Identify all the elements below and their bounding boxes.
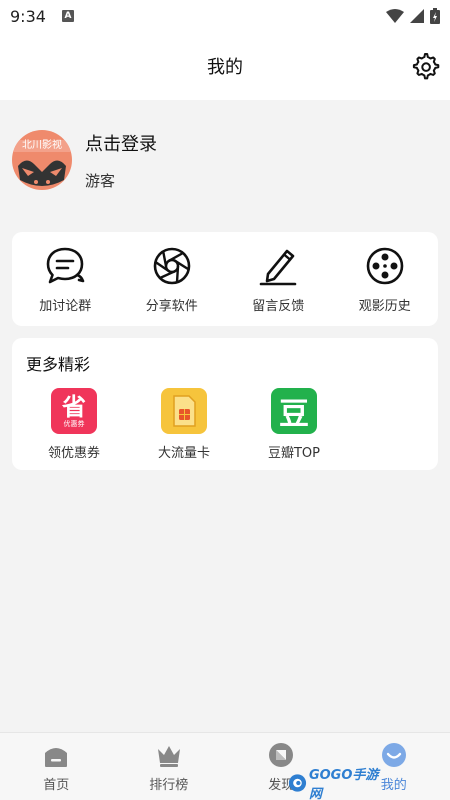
douban-icon: 豆	[271, 388, 317, 434]
nav-label: 排行榜	[149, 778, 189, 793]
crown-icon	[157, 746, 180, 767]
coupon-icon: 省 优惠券	[51, 388, 97, 434]
nav-item-rank[interactable]: 排行榜	[113, 733, 226, 800]
nav-label: 发现	[268, 778, 295, 793]
notification-icon: A	[61, 10, 74, 22]
more-item-label: 领优惠券	[47, 446, 100, 461]
avatar[interactable]: 北川影视	[12, 130, 72, 190]
tool-label: 加讨论群	[39, 298, 92, 314]
status-time: 9:34	[10, 6, 46, 26]
more-item-label: 大流量卡	[157, 446, 210, 461]
film-reel-icon	[366, 247, 404, 284]
gear-icon[interactable]	[410, 51, 440, 81]
more-item-coupon[interactable]: 省 优惠券 领优惠券	[24, 388, 124, 461]
wifi-icon	[386, 9, 404, 23]
status-icons	[386, 8, 440, 24]
nav-label: 我的	[380, 778, 407, 793]
aperture-icon	[153, 247, 191, 284]
more-item-data-card[interactable]: 大流量卡	[134, 388, 234, 461]
battery-icon	[430, 8, 440, 24]
more-item-douban[interactable]: 豆 豆瓣TOP	[244, 388, 344, 461]
pencil-icon	[259, 249, 297, 285]
nav-item-home[interactable]: 首页	[0, 733, 113, 800]
page-header: 我的	[0, 32, 450, 100]
bottom-nav: 首页 排行榜 发现 我的	[0, 732, 450, 800]
login-link[interactable]: 点击登录	[85, 130, 157, 156]
coupon-icon-subtext: 优惠券	[63, 419, 85, 428]
coupon-icon-glyph: 省	[62, 392, 86, 421]
guest-label: 游客	[85, 171, 116, 190]
nav-label: 首页	[43, 778, 70, 793]
tool-label: 留言反馈	[252, 298, 305, 314]
signal-icon	[410, 9, 424, 23]
chat-bubble-icon	[46, 247, 85, 283]
home-icon	[45, 748, 68, 767]
nav-item-mine[interactable]: 我的	[338, 733, 450, 800]
status-bar: 9:34 A	[0, 0, 450, 32]
tool-join-group[interactable]: 加讨论群	[15, 245, 115, 314]
more-item-label: 豆瓣TOP	[267, 446, 320, 461]
tool-share-app[interactable]: 分享软件	[122, 245, 222, 314]
avatar-image: 北川影视	[12, 130, 72, 190]
more-card: 更多精彩 省 优惠券 领优惠券 大流量卡 豆 豆瓣TOP	[12, 338, 438, 470]
section-title: 更多精彩	[26, 355, 91, 374]
nav-item-discover[interactable]: 发现	[225, 733, 338, 800]
sim-card-icon	[161, 388, 207, 434]
smile-icon	[381, 743, 406, 767]
avatar-caption: 北川影视	[22, 138, 62, 151]
tool-feedback[interactable]: 留言反馈	[228, 245, 328, 314]
douban-icon-glyph: 豆	[279, 397, 309, 432]
tool-label: 观影历史	[358, 298, 411, 314]
compass-icon	[269, 743, 294, 767]
tool-watch-history[interactable]: 观影历史	[335, 245, 435, 314]
tools-card: 加讨论群 分享软件 留言反馈 观影历史	[12, 232, 438, 326]
profile-login[interactable]: 北川影视 点击登录 游客	[12, 128, 432, 192]
tool-label: 分享软件	[145, 298, 198, 314]
page-title: 我的	[207, 57, 243, 78]
